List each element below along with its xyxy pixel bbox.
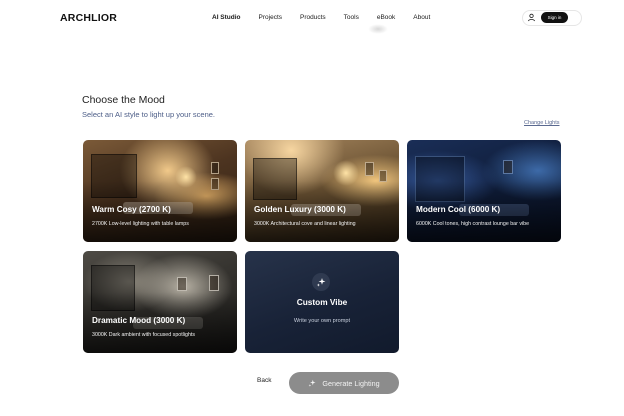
wall-frame: [211, 162, 219, 174]
nav-ai-studio[interactable]: AI Studio: [212, 14, 241, 21]
brand-logo[interactable]: ARCHLIOR: [60, 12, 117, 24]
mood-card-custom-vibe[interactable]: Custom Vibe Write your own prompt: [245, 251, 399, 353]
page-subtitle: Select an AI style to light up your scen…: [82, 110, 215, 119]
custom-vibe-title: Custom Vibe: [296, 297, 348, 307]
mood-card-title: Dramatic Mood (3000 K): [92, 316, 186, 325]
sparkle-icon: [312, 273, 330, 291]
main-nav: AI Studio Projects Products Tools eBook …: [212, 14, 448, 21]
mood-card-title: Modern Cool (6000 K): [416, 205, 501, 214]
wall-frame: [209, 275, 219, 291]
mood-card-dramatic-mood[interactable]: Dramatic Mood (3000 K) 3000K Dark ambien…: [83, 251, 237, 353]
sign-in-button[interactable]: Sign in: [541, 12, 568, 23]
custom-vibe-subtitle: Write your own prompt: [293, 318, 351, 324]
wall-frame: [503, 160, 513, 174]
nav-tools[interactable]: Tools: [344, 14, 359, 21]
decorative-blur: [368, 24, 388, 34]
back-button[interactable]: Back: [257, 377, 271, 384]
mood-card-desc: 6000K Cool tones, high contrast lounge b…: [416, 221, 530, 227]
mood-card-title: Golden Luxury (3000 K): [254, 205, 346, 214]
wall-frame: [177, 277, 187, 291]
generate-lighting-button[interactable]: Generate Lighting: [289, 372, 399, 394]
change-lights-link[interactable]: Change Lights: [524, 120, 559, 126]
mood-card-modern-cool[interactable]: Modern Cool (6000 K) 6000K Cool tones, h…: [407, 140, 561, 242]
generate-lighting-label: Generate Lighting: [322, 378, 380, 388]
top-header: ARCHLIOR AI Studio Projects Products Too…: [0, 0, 624, 36]
mood-card-golden-luxury[interactable]: Golden Luxury (3000 K) 3000K Architectur…: [245, 140, 399, 242]
wall-frame: [365, 162, 374, 176]
nav-projects[interactable]: Projects: [259, 14, 282, 21]
mood-card-title: Warm Cosy (2700 K): [92, 205, 171, 214]
nav-about[interactable]: About: [413, 14, 430, 21]
mood-card-desc: 3000K Dark ambient with focused spotligh…: [92, 332, 196, 338]
sparkle-icon: [309, 379, 316, 387]
mood-card-desc: 3000K Architectural cove and linear ligh…: [254, 221, 356, 227]
nav-ebook[interactable]: eBook: [377, 14, 395, 21]
nav-products[interactable]: Products: [300, 14, 326, 21]
mood-card-warm-cosy[interactable]: Warm Cosy (2700 K) 2700K Low-level light…: [83, 140, 237, 242]
page-title: Choose the Mood: [82, 94, 165, 106]
mood-card-desc: 2700K Low-level lighting with table lamp…: [92, 221, 189, 227]
user-icon[interactable]: [527, 13, 536, 22]
